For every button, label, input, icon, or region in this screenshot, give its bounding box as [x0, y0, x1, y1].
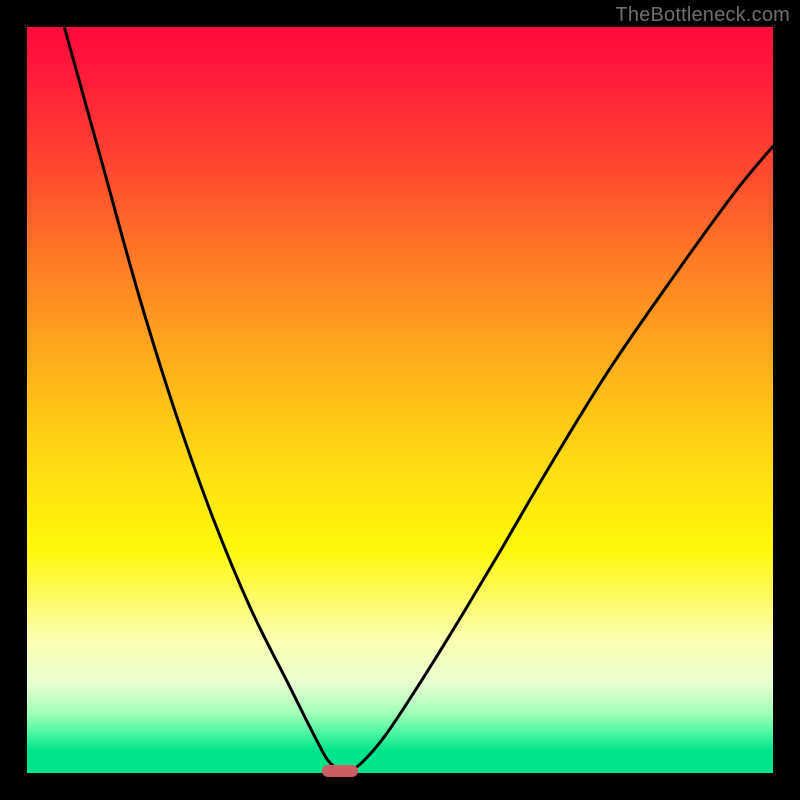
optimum-marker: [322, 765, 358, 777]
curve-right-branch: [348, 146, 773, 773]
watermark-text: TheBottleneck.com: [615, 4, 790, 27]
chart-plot-area: [27, 27, 773, 773]
bottleneck-curves: [27, 27, 773, 773]
curve-left-branch: [64, 27, 340, 773]
